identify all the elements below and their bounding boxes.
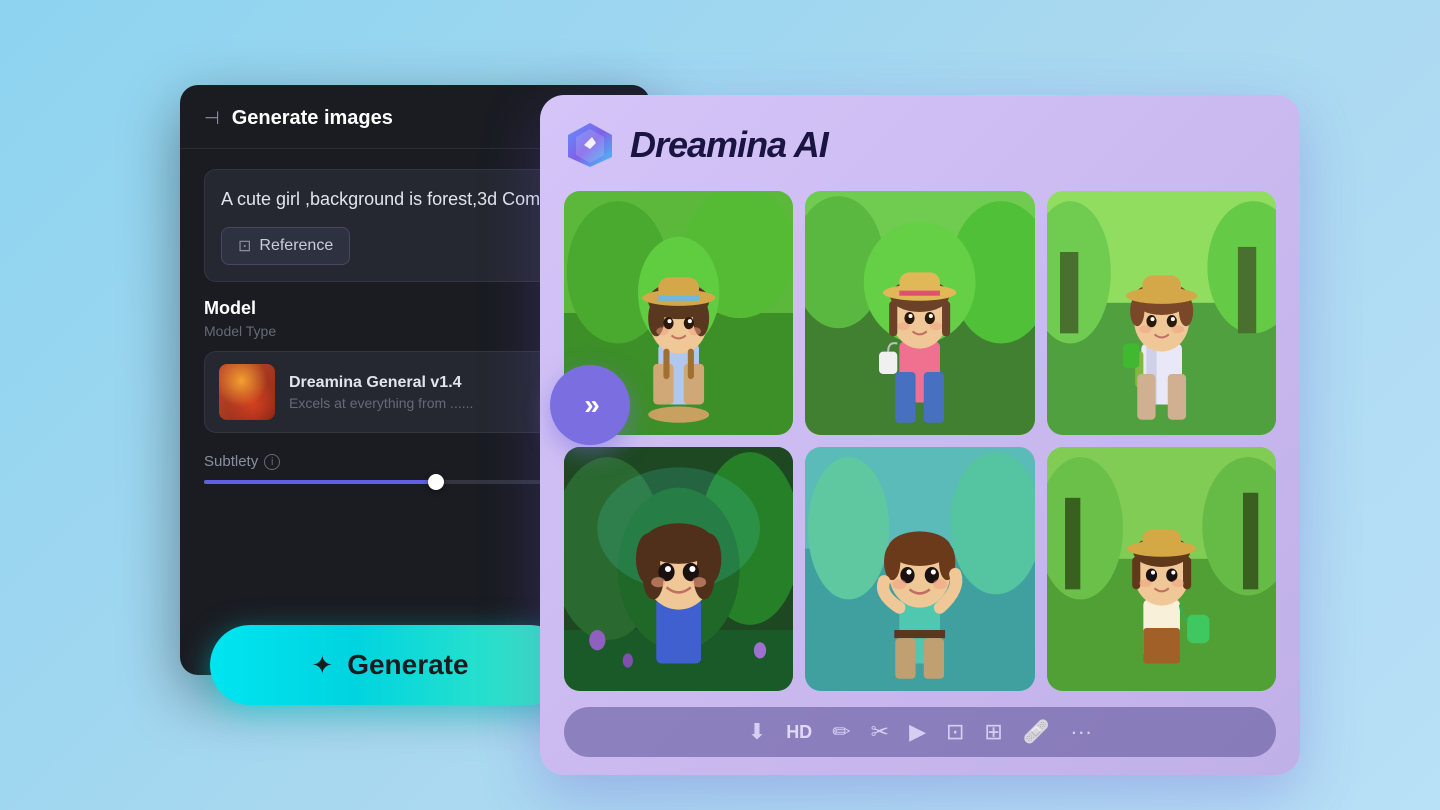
hd-button[interactable]: HD	[786, 722, 812, 743]
model-thumb-image	[219, 364, 275, 420]
crop-icon[interactable]: ⊡	[946, 719, 964, 745]
dreamina-title: Dreamina AI	[630, 124, 828, 166]
more-options-icon[interactable]: ···	[1070, 719, 1092, 745]
reference-button[interactable]: ⊡ Reference	[221, 227, 350, 265]
sidebar-toggle-icon[interactable]: ⊣	[204, 108, 220, 129]
generated-image-6[interactable]	[1047, 447, 1276, 691]
scene: ⊣ Generate images A cute girl ,backgroun…	[120, 45, 1320, 765]
reference-icon: ⊡	[238, 236, 251, 256]
subtlety-label-text: Subtlety	[204, 453, 258, 470]
subtlety-info-icon[interactable]: i	[264, 454, 280, 470]
generated-image-3[interactable]	[1047, 191, 1276, 435]
resize-icon[interactable]: ⊞	[984, 719, 1002, 745]
dreamina-header: Dreamina AI	[564, 119, 1276, 171]
edit-icon[interactable]: ✏	[832, 719, 850, 745]
model-thumbnail	[219, 364, 275, 420]
generate-icon: ✦	[311, 650, 333, 681]
arrow-forward-button[interactable]: »	[550, 365, 630, 445]
arrow-forward-icon: »	[584, 389, 596, 421]
generated-image-4[interactable]	[564, 447, 793, 691]
generate-button[interactable]: ✦ Generate	[210, 625, 570, 705]
generate-label: Generate	[347, 649, 468, 681]
slider-thumb[interactable]	[428, 474, 444, 490]
dreamina-logo	[564, 119, 616, 171]
bandaid-icon[interactable]: 🩹	[1023, 719, 1050, 745]
generated-image-2[interactable]	[805, 191, 1034, 435]
image-toolbar: ⬇ HD ✏ ✂ ▶ ⊡ ⊞ 🩹 ···	[564, 707, 1276, 757]
generated-image-5[interactable]	[805, 447, 1034, 691]
play-icon[interactable]: ▶	[909, 719, 926, 745]
panel-title: Generate images	[232, 107, 393, 130]
download-icon[interactable]: ⬇	[748, 719, 766, 745]
dreamina-logo-svg	[566, 121, 614, 169]
image-grid	[564, 191, 1276, 691]
reference-label: Reference	[259, 237, 333, 255]
right-panel: Dreamina AI	[540, 95, 1300, 775]
slider-fill	[204, 480, 436, 484]
magic-eraser-icon[interactable]: ✂	[871, 719, 889, 745]
